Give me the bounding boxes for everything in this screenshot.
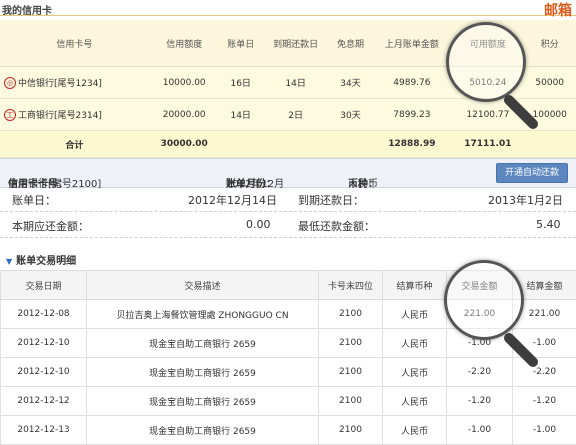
card-cell[interactable]: ◎中信银行[尾号1234] bbox=[0, 67, 149, 99]
card-cell[interactable]: 工工商银行[尾号2314] bbox=[0, 99, 149, 131]
col-card: 信用卡号 bbox=[0, 20, 149, 67]
total-row: 合计 30000.00 12888.99 17111.01 bbox=[0, 131, 576, 158]
desc-cell: 现金宝自助工商银行 2659 bbox=[87, 416, 319, 445]
limit-cell: 20000.00 bbox=[149, 99, 220, 131]
transactions-section-title[interactable]: ▼账单交易明细 bbox=[6, 252, 76, 267]
due-date-value: 2013年1月2日 bbox=[488, 192, 563, 208]
currency-cell: 人民币 bbox=[383, 387, 447, 416]
col-date: 交易日期 bbox=[1, 271, 87, 300]
min-due-label: 最低还款金额： bbox=[298, 218, 375, 234]
last-bill-cell: 4989.76 bbox=[371, 67, 452, 99]
total-limit: 30000.00 bbox=[149, 131, 220, 158]
last-bill-cell: 7899.23 bbox=[371, 99, 452, 131]
title-divider bbox=[0, 15, 576, 16]
col-card4: 卡号末四位 bbox=[319, 271, 383, 300]
total-label: 合计 bbox=[0, 131, 149, 158]
amount-due-label: 本期应还金额： bbox=[12, 218, 89, 234]
citic-bank-icon: ◎ bbox=[4, 77, 16, 89]
date-cell: 2012-12-10 bbox=[1, 329, 87, 358]
col-due-day: 到期还款日 bbox=[262, 20, 330, 67]
due-day-cell: 14日 bbox=[262, 67, 330, 99]
auto-repay-button[interactable]: 开通自动还款 bbox=[496, 163, 568, 183]
desc-cell: 现金宝自助工商银行 2659 bbox=[87, 329, 319, 358]
col-currency: 结算币种 bbox=[383, 271, 447, 300]
card4-cell: 2100 bbox=[319, 358, 383, 387]
col-last-bill: 上月账单金额 bbox=[371, 20, 452, 67]
card4-cell: 2100 bbox=[319, 387, 383, 416]
statement-detail-header: 信用卡卡号：中信银行[尾号2100] 账单月份：2012年12月 币种：人民币 … bbox=[0, 158, 576, 188]
statement-date-value: 2012年12月14日 bbox=[188, 192, 277, 208]
currency-cell: 人民币 bbox=[383, 329, 447, 358]
card4-cell: 2100 bbox=[319, 300, 383, 329]
amount-due-row: 本期应还金额： 0.00 最低还款金额： 5.40 bbox=[0, 214, 576, 238]
limit-cell: 10000.00 bbox=[149, 67, 220, 99]
icbc-bank-icon: 工 bbox=[4, 109, 16, 121]
total-last-bill: 12888.99 bbox=[371, 131, 452, 158]
col-free-period: 免息期 bbox=[330, 20, 372, 67]
desc-cell: 现金宝自助工商银行 2659 bbox=[87, 387, 319, 416]
amount-cell: -1.20 bbox=[447, 387, 513, 416]
desc-cell: 贝拉吉奥上海餐饮管理處 ZHONGGUO CN bbox=[87, 300, 319, 329]
table-row: 2012-12-12 现金宝自助工商银行 2659 2100 人民币 -1.20… bbox=[1, 387, 576, 416]
col-points: 积分 bbox=[523, 20, 576, 67]
card4-cell: 2100 bbox=[319, 329, 383, 358]
due-day-cell: 2日 bbox=[262, 99, 330, 131]
settle-cell: -1.20 bbox=[513, 387, 576, 416]
table-row: 2012-12-13 现金宝自助工商银行 2659 2100 人民币 -1.00… bbox=[1, 416, 576, 445]
statement-date-label: 账单日： bbox=[12, 192, 56, 208]
settle-cell: -1.00 bbox=[513, 416, 576, 445]
col-statement-day: 账单日 bbox=[220, 20, 262, 67]
magnifier-icon bbox=[446, 22, 526, 102]
currency-cell: 人民币 bbox=[383, 300, 447, 329]
amount-due-value: 0.00 bbox=[246, 218, 271, 231]
due-date-label: 到期还款日： bbox=[298, 192, 364, 208]
statement-day-cell: 14日 bbox=[220, 99, 262, 131]
desc-cell: 现金宝自助工商银行 2659 bbox=[87, 358, 319, 387]
min-due-value: 5.40 bbox=[536, 218, 561, 231]
col-limit: 信用额度 bbox=[149, 20, 220, 67]
table-row: 2012-12-10 现金宝自助工商银行 2659 2100 人民币 -2.20… bbox=[1, 358, 576, 387]
card4-cell: 2100 bbox=[319, 416, 383, 445]
date-cell: 2012-12-12 bbox=[1, 387, 87, 416]
magnifier-icon bbox=[444, 260, 524, 340]
free-period-cell: 34天 bbox=[330, 67, 372, 99]
table-row: 工工商银行[尾号2314] 20000.00 14日 2日 30天 7899.2… bbox=[0, 99, 576, 131]
col-desc: 交易描述 bbox=[87, 271, 319, 300]
triangle-down-icon: ▼ bbox=[6, 257, 12, 266]
date-cell: 2012-12-10 bbox=[1, 358, 87, 387]
statement-date-row: 账单日： 2012年12月14日 到期还款日： 2013年1月2日 bbox=[0, 188, 576, 212]
date-cell: 2012-12-08 bbox=[1, 300, 87, 329]
statement-day-cell: 16日 bbox=[220, 67, 262, 99]
amount-cell: -2.20 bbox=[447, 358, 513, 387]
date-cell: 2012-12-13 bbox=[1, 416, 87, 445]
total-available: 17111.01 bbox=[452, 131, 523, 158]
points-cell: 50000 bbox=[523, 67, 576, 99]
free-period-cell: 30天 bbox=[330, 99, 372, 131]
mailbox-link[interactable]: 邮箱 bbox=[544, 0, 572, 20]
currency-cell: 人民币 bbox=[383, 416, 447, 445]
currency-cell: 人民币 bbox=[383, 358, 447, 387]
settle-cell: -2.20 bbox=[513, 358, 576, 387]
amount-cell: -1.00 bbox=[447, 416, 513, 445]
